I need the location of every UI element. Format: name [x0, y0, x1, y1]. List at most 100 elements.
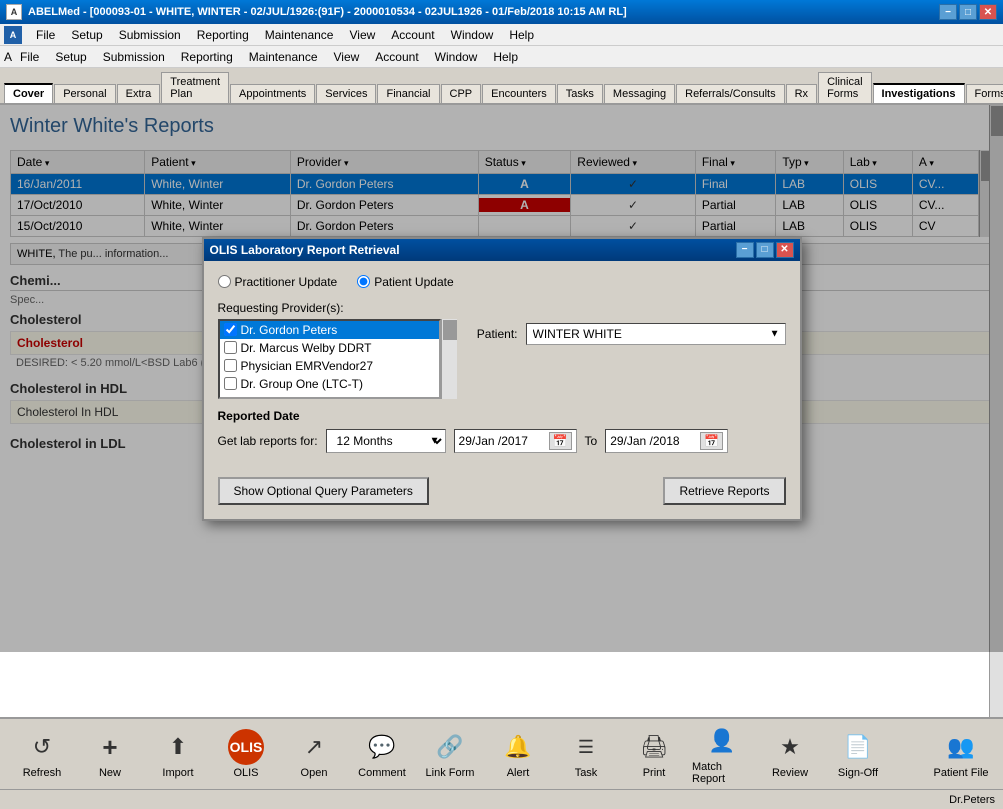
- menu-window[interactable]: Window: [443, 26, 502, 44]
- provider-checkbox-gordon[interactable]: [224, 323, 237, 336]
- menu-view[interactable]: View: [341, 26, 383, 44]
- modal-overlay: OLIS Laboratory Report Retrieval − □ ✕ P…: [0, 105, 1003, 652]
- tab-referrals[interactable]: Referrals/Consults: [676, 84, 784, 103]
- date-to-calendar-button[interactable]: 📅: [700, 432, 723, 450]
- tab-extra[interactable]: Extra: [117, 84, 161, 103]
- menu-reporting[interactable]: Reporting: [189, 26, 257, 44]
- provider-checkbox-emr[interactable]: [224, 359, 237, 372]
- alert-button[interactable]: 🔔 Alert: [484, 725, 552, 783]
- patient-section: Patient: WINTER WHITE: [477, 301, 786, 399]
- comment-button[interactable]: 💬 Comment: [348, 725, 416, 783]
- refresh-button[interactable]: ↺ Refresh: [8, 725, 76, 783]
- get-lab-label: Get lab reports for:: [218, 434, 318, 448]
- menu-setup[interactable]: Setup: [63, 26, 110, 44]
- sec-menu-view[interactable]: View: [326, 48, 368, 66]
- tab-tasks[interactable]: Tasks: [557, 84, 603, 103]
- main-content: Winter White's Reports Date Patient Prov…: [0, 105, 1003, 724]
- modal-close-button[interactable]: ✕: [776, 242, 794, 258]
- provider-name-emr: Physician EMRVendor27: [241, 359, 374, 373]
- retrieve-reports-button[interactable]: Retrieve Reports: [663, 477, 785, 505]
- menu-help[interactable]: Help: [501, 26, 542, 44]
- modal-restore-button[interactable]: □: [756, 242, 774, 258]
- provider-checkbox-group[interactable]: [224, 377, 237, 390]
- sec-menu-account[interactable]: Account: [367, 48, 426, 66]
- period-select[interactable]: 1 Month 3 Months 6 Months 12 Months 24 M…: [326, 429, 446, 453]
- olis-label: OLIS: [233, 767, 258, 779]
- sec-menu-help[interactable]: Help: [485, 48, 526, 66]
- olis-button[interactable]: OLIS OLIS: [212, 725, 280, 783]
- sec-menu-setup[interactable]: Setup: [47, 48, 94, 66]
- match-report-button[interactable]: 👤 Match Report: [688, 719, 756, 789]
- tab-rx[interactable]: Rx: [786, 84, 817, 103]
- provider-list-wrapper: Dr. Gordon Peters Dr. Marcus Welby DDRT …: [218, 319, 457, 399]
- patient-radio-input[interactable]: [357, 275, 370, 288]
- date-from-input[interactable]: [459, 434, 549, 448]
- tab-investigations[interactable]: Investigations: [873, 83, 965, 103]
- provider-item-emr[interactable]: Physician EMRVendor27: [220, 357, 439, 375]
- close-button[interactable]: ✕: [979, 4, 997, 20]
- tab-forms[interactable]: Forms: [966, 84, 1003, 103]
- provider-list-container[interactable]: Dr. Gordon Peters Dr. Marcus Welby DDRT …: [218, 319, 441, 399]
- tab-cover[interactable]: Cover: [4, 83, 53, 103]
- tab-appointments[interactable]: Appointments: [230, 84, 315, 103]
- modal-buttons-row: Show Optional Query Parameters Retrieve …: [218, 469, 786, 505]
- review-button[interactable]: ★ Review: [756, 725, 824, 783]
- sec-menu-reporting[interactable]: Reporting: [173, 48, 241, 66]
- sign-off-button[interactable]: 📄 Sign-Off: [824, 725, 892, 783]
- task-icon: ☰: [568, 729, 604, 765]
- new-button[interactable]: + New: [76, 725, 144, 783]
- patient-select[interactable]: WINTER WHITE: [526, 323, 786, 345]
- tab-encounters[interactable]: Encounters: [482, 84, 556, 103]
- provider-patient-section: Requesting Provider(s): Dr. Gordon Peter…: [218, 301, 786, 399]
- sec-menu-file[interactable]: File: [12, 48, 47, 66]
- menu-maintenance[interactable]: Maintenance: [257, 26, 342, 44]
- tab-treatment-plan[interactable]: Treatment Plan: [161, 72, 229, 103]
- radio-patient-update[interactable]: Patient Update: [357, 275, 453, 289]
- tab-financial[interactable]: Financial: [377, 84, 439, 103]
- show-optional-button[interactable]: Show Optional Query Parameters: [218, 477, 429, 505]
- sec-menu-submission[interactable]: Submission: [95, 48, 173, 66]
- provider-item-group[interactable]: Dr. Group One (LTC-T): [220, 375, 439, 393]
- period-select-wrapper: 1 Month 3 Months 6 Months 12 Months 24 M…: [326, 429, 446, 453]
- alert-label: Alert: [507, 767, 530, 779]
- practitioner-radio-input[interactable]: [218, 275, 231, 288]
- link-form-button[interactable]: 🔗 Link Form: [416, 725, 484, 783]
- sec-menu-window[interactable]: Window: [427, 48, 486, 66]
- open-button[interactable]: ↗ Open: [280, 725, 348, 783]
- patient-file-icon: 👥: [943, 729, 979, 765]
- modal-minimize-button[interactable]: −: [736, 242, 754, 258]
- radio-practitioner-update[interactable]: Practitioner Update: [218, 275, 338, 289]
- tab-bar: Cover Personal Extra Treatment Plan Appo…: [0, 68, 1003, 105]
- match-report-label: Match Report: [692, 761, 752, 785]
- tab-messaging[interactable]: Messaging: [604, 84, 675, 103]
- date-to-wrapper: 📅: [605, 429, 728, 453]
- restore-button[interactable]: □: [959, 4, 977, 20]
- provider-item-gordon[interactable]: Dr. Gordon Peters: [220, 321, 439, 339]
- provider-list-scrollbar[interactable]: [441, 319, 457, 399]
- print-button[interactable]: 🖨 Print: [620, 725, 688, 783]
- menu-account[interactable]: Account: [383, 26, 442, 44]
- patient-file-button[interactable]: 👥 Patient File: [927, 725, 995, 783]
- tab-services[interactable]: Services: [316, 84, 376, 103]
- import-button[interactable]: ⬆ Import: [144, 725, 212, 783]
- date-from-calendar-button[interactable]: 📅: [549, 432, 572, 450]
- task-button[interactable]: ☰ Task: [552, 725, 620, 783]
- modal-body: Practitioner Update Patient Update Reque…: [204, 261, 800, 519]
- sec-menu-maintenance[interactable]: Maintenance: [241, 48, 326, 66]
- menu-file[interactable]: File: [28, 26, 63, 44]
- review-icon: ★: [772, 729, 808, 765]
- date-to-input[interactable]: [610, 434, 700, 448]
- date-from-wrapper: 📅: [454, 429, 577, 453]
- provider-checkbox-marcus[interactable]: [224, 341, 237, 354]
- minimize-button[interactable]: −: [939, 4, 957, 20]
- tab-personal[interactable]: Personal: [54, 84, 115, 103]
- provider-item-marcus[interactable]: Dr. Marcus Welby DDRT: [220, 339, 439, 357]
- provider-section: Requesting Provider(s): Dr. Gordon Peter…: [218, 301, 457, 399]
- import-label: Import: [162, 767, 193, 779]
- tab-cpp[interactable]: CPP: [441, 84, 482, 103]
- bottom-toolbar: ↺ Refresh + New ⬆ Import OLIS OLIS ↗ Ope…: [0, 717, 1003, 789]
- tab-clinical-forms[interactable]: Clinical Forms: [818, 72, 871, 103]
- provider-name-group: Dr. Group One (LTC-T): [241, 377, 363, 391]
- menu-submission[interactable]: Submission: [111, 26, 189, 44]
- patient-file-label: Patient File: [933, 767, 988, 779]
